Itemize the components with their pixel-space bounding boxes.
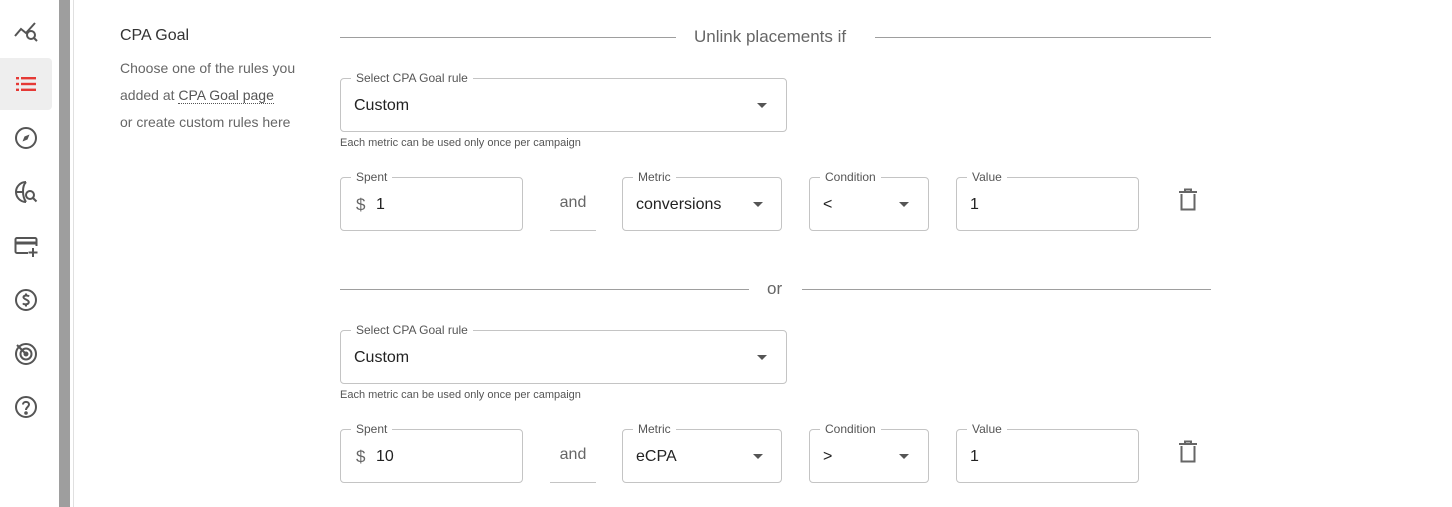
content-border	[73, 0, 74, 507]
currency-prefix: $	[356, 447, 366, 466]
helper-text: Each metric can be used only once per ca…	[340, 137, 581, 149]
sidebar-item-explore[interactable]	[0, 112, 52, 164]
chevron-down-icon	[753, 454, 763, 459]
cpa-goal-page-link[interactable]: CPA Goal page	[178, 87, 274, 104]
analytics-search-icon	[14, 22, 38, 42]
condition-select-2[interactable]: Condition >	[809, 422, 929, 483]
and-label: and	[559, 446, 587, 463]
helper-text: Each metric can be used only once per ca…	[340, 389, 581, 401]
spent-input-1[interactable]: Spent $ 1	[340, 170, 523, 231]
chevron-down-icon	[757, 355, 767, 360]
unlink-separator-label: Unlink placements if	[694, 27, 847, 46]
metric-select-1[interactable]: Metric conversions	[622, 170, 782, 231]
condition-value: <	[823, 196, 833, 213]
spent-value: 1	[376, 196, 385, 213]
and-connector: and	[550, 177, 596, 231]
value-value: 1	[970, 448, 979, 465]
help-icon	[15, 396, 37, 418]
condition-label: Condition	[820, 422, 881, 436]
cpa-rule-select-value: Custom	[354, 97, 410, 114]
sidebar-item-list[interactable]	[0, 58, 52, 110]
sidebar-item-help[interactable]	[0, 382, 52, 434]
or-separator-label: or	[767, 279, 783, 298]
delete-icon[interactable]	[1177, 439, 1199, 465]
condition-value: >	[823, 448, 833, 465]
sidebar	[0, 0, 52, 507]
add-card-icon	[14, 237, 38, 257]
chevron-down-icon	[899, 454, 909, 459]
desc-line-1: Choose one of the rules you	[120, 60, 296, 76]
sidebar-item-analytics[interactable]	[0, 5, 52, 57]
delete-icon[interactable]	[1177, 187, 1199, 213]
unlink-separator: Unlink placements if	[340, 27, 1211, 47]
value-input-2[interactable]: Value 1	[956, 422, 1139, 483]
and-label: and	[559, 194, 587, 211]
condition-label: Condition	[820, 170, 881, 184]
sidebar-item-placements[interactable]	[0, 166, 52, 218]
sidebar-item-finance[interactable]	[0, 274, 52, 326]
list-icon	[16, 77, 36, 91]
spent-label: Spent	[351, 170, 393, 184]
currency-prefix: $	[356, 195, 366, 214]
sidebar-scroll-bar	[59, 0, 70, 507]
target-icon	[15, 343, 37, 365]
spent-input-2[interactable]: Spent $ 10	[340, 422, 523, 483]
chevron-down-icon	[899, 202, 909, 207]
globe-search-icon	[15, 181, 38, 203]
condition-select-1[interactable]: Condition <	[809, 170, 929, 231]
or-separator: or	[340, 279, 1211, 299]
spent-label: Spent	[351, 422, 393, 436]
desc-line-2: added at CPA Goal page	[120, 82, 300, 109]
value-input-1[interactable]: Value 1	[956, 170, 1139, 231]
desc-line-3: or create custom rules here	[120, 114, 291, 130]
dollar-circle-icon	[15, 289, 37, 311]
compass-icon	[15, 127, 37, 149]
chevron-down-icon	[753, 202, 763, 207]
cpa-rule-select-label: Select CPA Goal rule	[351, 323, 473, 337]
section-title: CPA Goal	[120, 27, 190, 44]
cpa-rule-select-value: Custom	[354, 349, 410, 366]
metric-value: eCPA	[636, 448, 677, 465]
spent-value: 10	[376, 448, 394, 465]
metric-value: conversions	[636, 196, 722, 213]
and-connector: and	[550, 429, 596, 483]
desc-line-2-prefix: added at	[120, 87, 175, 103]
value-value: 1	[970, 196, 979, 213]
metric-select-2[interactable]: Metric eCPA	[622, 422, 782, 483]
chevron-down-icon	[757, 103, 767, 108]
sidebar-item-billing[interactable]	[0, 220, 52, 272]
cpa-rule-select-2[interactable]: Select CPA Goal rule Custom	[340, 323, 787, 384]
value-label: Value	[967, 170, 1007, 184]
sidebar-item-targeting[interactable]	[0, 328, 52, 380]
value-label: Value	[967, 422, 1007, 436]
section-description: Choose one of the rules you added at CPA…	[120, 55, 300, 136]
cpa-rule-select-1[interactable]: Select CPA Goal rule Custom	[340, 71, 787, 132]
metric-label: Metric	[633, 170, 676, 184]
cpa-rule-select-label: Select CPA Goal rule	[351, 71, 473, 85]
metric-label: Metric	[633, 422, 676, 436]
